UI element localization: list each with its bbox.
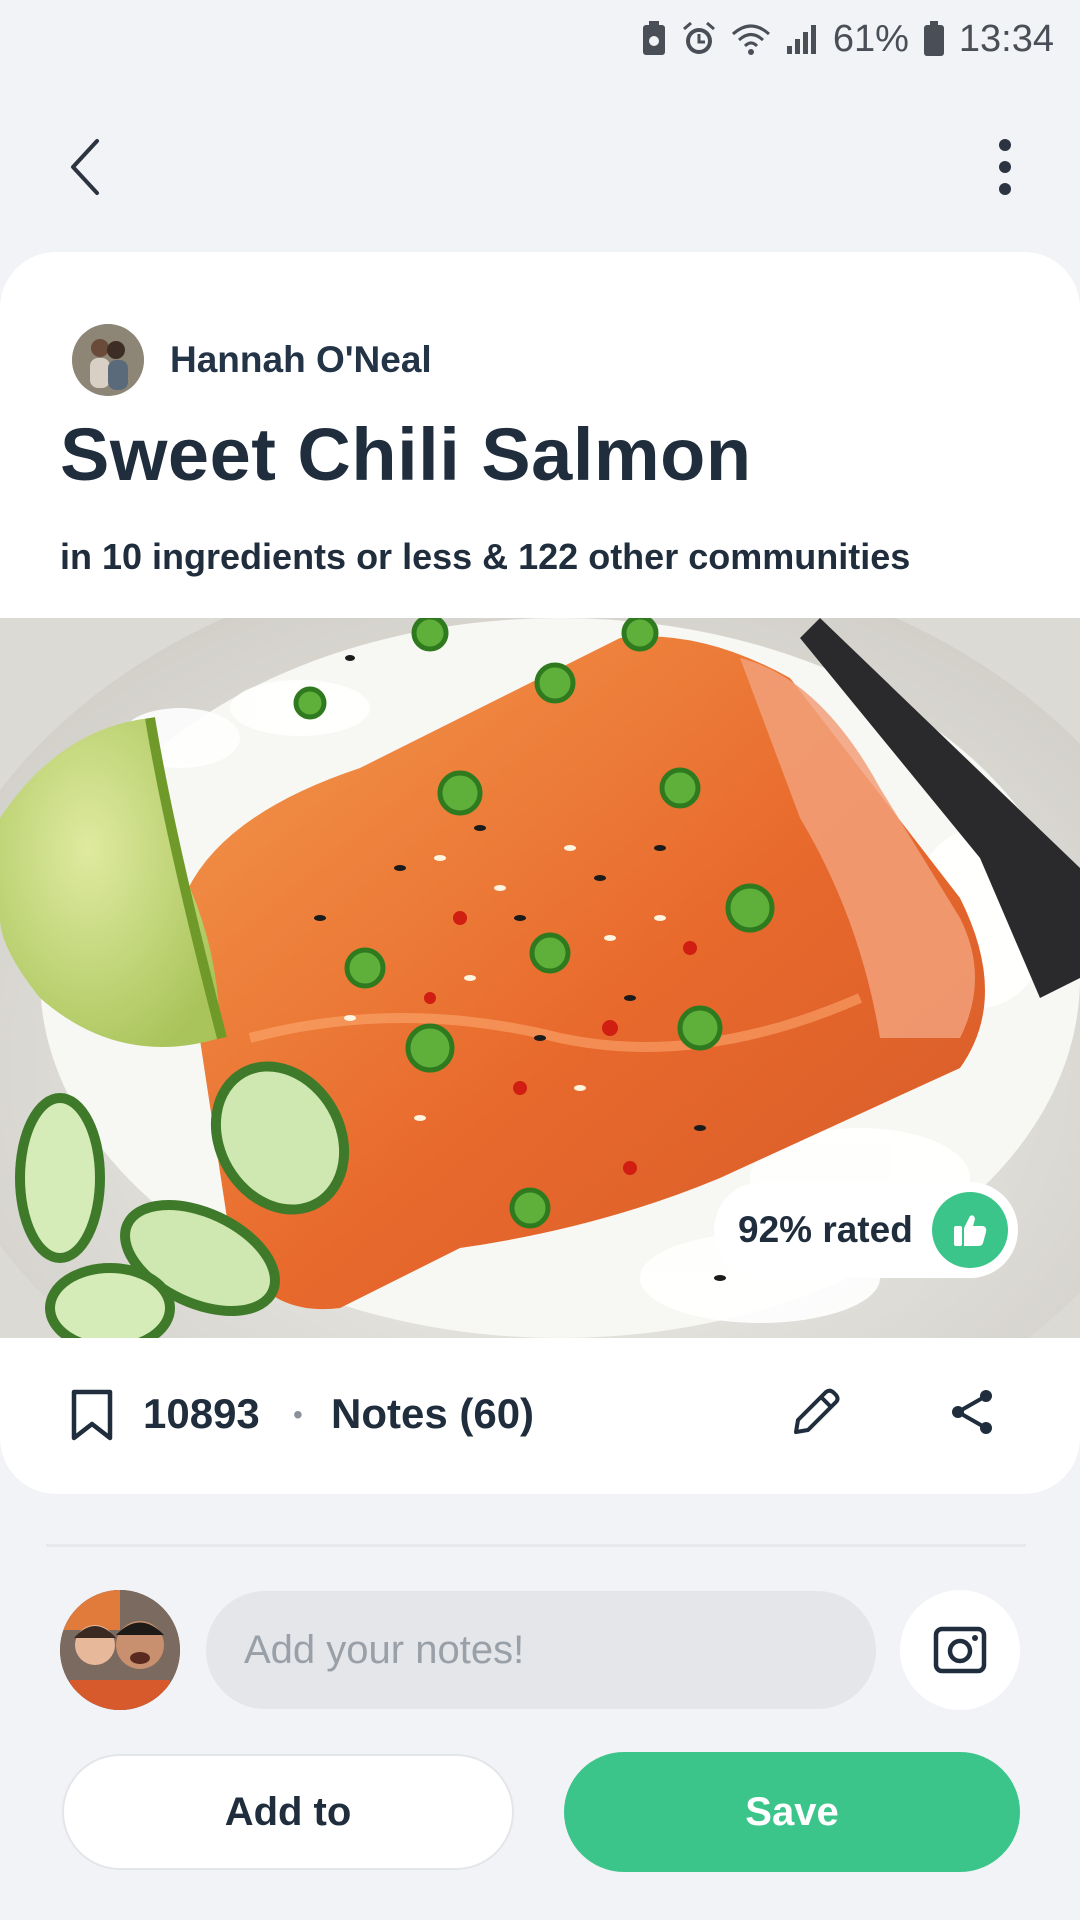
- camera-button[interactable]: [900, 1590, 1020, 1710]
- notes-link[interactable]: Notes (60): [331, 1390, 534, 1438]
- alarm-icon: [681, 21, 717, 57]
- author[interactable]: Hannah O'Neal: [72, 324, 432, 396]
- bookmark-icon: [71, 1389, 113, 1441]
- notes-input[interactable]: [206, 1591, 876, 1709]
- top-bar: [0, 120, 1080, 210]
- author-avatar[interactable]: [72, 324, 144, 396]
- recipe-card: Hannah O'Neal Sweet Chili Salmon in 10 i…: [0, 252, 1080, 1494]
- rating-badge[interactable]: 92% rated: [714, 1182, 1018, 1278]
- rating-label: 92% rated: [738, 1209, 913, 1250]
- signal-icon: [785, 22, 819, 56]
- battery-icon: [923, 21, 945, 57]
- recipe-actions: 10893 • Notes (60): [0, 1338, 1080, 1494]
- save-button[interactable]: Save: [564, 1752, 1020, 1872]
- separator-dot: •: [293, 1399, 303, 1430]
- user-avatar[interactable]: [60, 1590, 180, 1710]
- share-button[interactable]: [940, 1380, 1004, 1444]
- recipe-communities[interactable]: in 10 ingredients or less & 122 other co…: [60, 536, 910, 578]
- add-to-button[interactable]: Add to: [62, 1754, 514, 1870]
- battery-percent: 61%: [832, 17, 909, 60]
- clock: 13:34: [958, 17, 1054, 60]
- wifi-icon: [731, 22, 771, 56]
- recipe-title: Sweet Chili Salmon: [60, 413, 752, 496]
- status-bar: 61% 13:34: [0, 0, 1080, 78]
- more-vertical-icon: [999, 139, 1011, 195]
- divider: [46, 1544, 1026, 1547]
- back-button[interactable]: [50, 132, 120, 202]
- more-options-button[interactable]: [970, 132, 1040, 202]
- edit-button[interactable]: [784, 1380, 848, 1444]
- share-icon: [952, 1390, 992, 1434]
- recipe-photo[interactable]: 92% rated: [0, 618, 1080, 1338]
- battery-saver-icon: [641, 21, 667, 57]
- bookmark-button[interactable]: [70, 1388, 114, 1447]
- chevron-left-icon: [71, 139, 99, 195]
- camera-icon: [933, 1626, 987, 1674]
- author-name[interactable]: Hannah O'Neal: [170, 339, 432, 381]
- pencil-icon: [794, 1388, 840, 1434]
- save-count: 10893: [143, 1390, 260, 1437]
- thumbs-up-icon: [932, 1192, 1008, 1268]
